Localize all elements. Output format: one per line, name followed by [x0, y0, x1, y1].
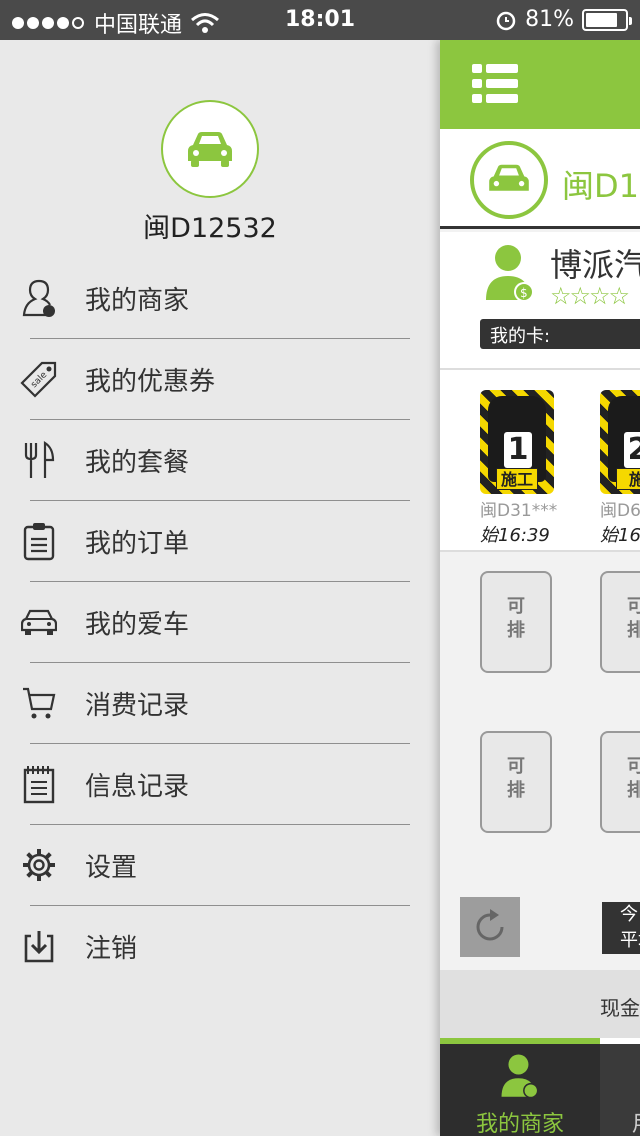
menu-list-icon[interactable] [472, 64, 518, 104]
car-header: 闽D12 [440, 129, 640, 229]
tab-next[interactable]: 用 [600, 1038, 640, 1136]
slot-label: 可 [627, 596, 640, 617]
menu-item-my-car[interactable]: 我的爱车 [0, 582, 440, 663]
menu-label: 信息记录 [85, 772, 190, 802]
bay-plate: 闽D6 [600, 501, 640, 521]
alarm-icon [496, 11, 516, 30]
tab-label: 我的商家 [475, 1112, 564, 1136]
rating-stars: ☆☆☆☆ [550, 282, 630, 310]
main-panel[interactable]: 闽D12 $ 博派汽 ☆☆☆☆ 我的卡: 1 施工 闽D31*** 始16:39… [440, 40, 640, 1136]
merchant-info[interactable]: $ 博派汽 ☆☆☆☆ 我的卡: [440, 232, 640, 370]
merchant-name: 博派汽 [550, 246, 640, 284]
merchant-person-icon [20, 277, 58, 319]
top-bar [440, 40, 640, 129]
bay-status-icon: 1 施工 [480, 390, 554, 494]
menu-label: 我的爱车 [85, 610, 190, 640]
menu-item-settings[interactable]: 设置 [0, 825, 440, 906]
bay-tag: 施工 [496, 468, 538, 490]
slot-label: 排 [627, 620, 640, 641]
side-drawer: 闽D12532 我的商家 sale 我的优惠券 我的套餐 我的订单 我的爱车 消… [0, 40, 440, 1136]
tab-label: 用 [632, 1106, 640, 1136]
menu-label: 消费记录 [85, 691, 190, 721]
bay-number: 1 [504, 432, 532, 468]
status-bar: 中国联通 18:01 81% [0, 0, 640, 40]
battery-icon [582, 8, 632, 31]
today-stats: 今 平均 [602, 902, 640, 954]
slot-label: 可 [507, 756, 525, 777]
menu-item-my-packages[interactable]: 我的套餐 [0, 420, 440, 501]
sale-tag-icon: sale [20, 358, 58, 400]
car-icon [489, 164, 529, 191]
menu-label: 我的订单 [85, 529, 190, 559]
battery-percent: 81% [525, 7, 574, 32]
bay-item[interactable]: 2 施 闽D6 始16:5 [600, 390, 640, 547]
car-avatar[interactable] [161, 100, 259, 198]
user-plate: 闽D12532 [143, 213, 277, 244]
slot-label: 排 [507, 780, 525, 801]
menu-label: 注销 [85, 934, 138, 964]
status-right: 81% [495, 7, 632, 32]
merchant-avatar-icon: $ [486, 245, 534, 302]
menu-label: 设置 [85, 853, 138, 883]
drawer-menu: 我的商家 sale 我的优惠券 我的套餐 我的订单 我的爱车 消费记录 信息记录… [0, 258, 440, 987]
available-slot[interactable]: 可 排 [480, 731, 552, 833]
menu-item-my-orders[interactable]: 我的订单 [0, 501, 440, 582]
menu-label: 我的套餐 [85, 448, 190, 478]
fork-knife-icon [20, 439, 58, 481]
cart-icon [20, 682, 58, 724]
today-line2: 平均 [620, 930, 640, 951]
profile-header: 闽D12532 [0, 100, 420, 245]
menu-item-spending-records[interactable]: 消费记录 [0, 663, 440, 744]
clipboard-icon [20, 520, 58, 562]
slot-label: 排 [627, 780, 640, 801]
refresh-button[interactable] [460, 897, 520, 957]
bay-number: 2 [624, 432, 640, 468]
bay-time: 始16:5 [600, 525, 640, 546]
menu-item-my-merchant[interactable]: 我的商家 [0, 258, 440, 339]
notepad-icon [20, 763, 58, 805]
bay-plate: 闽D31*** [480, 501, 558, 521]
bay-time: 始16:39 [480, 525, 550, 546]
merchant-person-icon [501, 1054, 539, 1099]
available-slot[interactable]: 可 排 [600, 731, 640, 833]
cash-label: 现金 [600, 996, 640, 1020]
gear-icon [20, 844, 58, 886]
svg-text:$: $ [520, 286, 528, 300]
menu-item-my-coupons[interactable]: sale 我的优惠券 [0, 339, 440, 420]
tab-my-merchant[interactable]: 我的商家 [440, 1038, 600, 1136]
service-bays: 1 施工 闽D31*** 始16:39 2 施 闽D6 始16:5 [440, 370, 640, 552]
menu-label: 我的优惠券 [85, 367, 216, 397]
menu-item-logout[interactable]: 注销 [0, 906, 440, 987]
available-slot[interactable]: 可 排 [600, 571, 640, 673]
refresh-icon [476, 909, 504, 941]
car-icon [20, 601, 58, 643]
menu-label: 我的商家 [85, 286, 190, 316]
bay-tag: 施 [616, 468, 640, 490]
slot-label: 可 [627, 756, 640, 777]
car-ring-avatar[interactable] [470, 141, 548, 219]
logout-download-icon [20, 925, 58, 967]
tab-bar: 我的商家 用 [440, 1038, 640, 1136]
cash-bar: 现金 [440, 970, 640, 1040]
available-slot[interactable]: 可 排 [480, 571, 552, 673]
slot-label: 可 [507, 596, 525, 617]
car-plate: 闽D12 [562, 167, 640, 205]
my-card-bar[interactable]: 我的卡: [480, 319, 640, 349]
car-icon [188, 132, 232, 167]
slot-label: 排 [507, 620, 525, 641]
today-line1: 今 [620, 904, 638, 925]
bay-status-icon: 2 施 [600, 390, 640, 494]
bay-item[interactable]: 1 施工 闽D31*** 始16:39 [480, 390, 558, 547]
menu-item-message-records[interactable]: 信息记录 [0, 744, 440, 825]
